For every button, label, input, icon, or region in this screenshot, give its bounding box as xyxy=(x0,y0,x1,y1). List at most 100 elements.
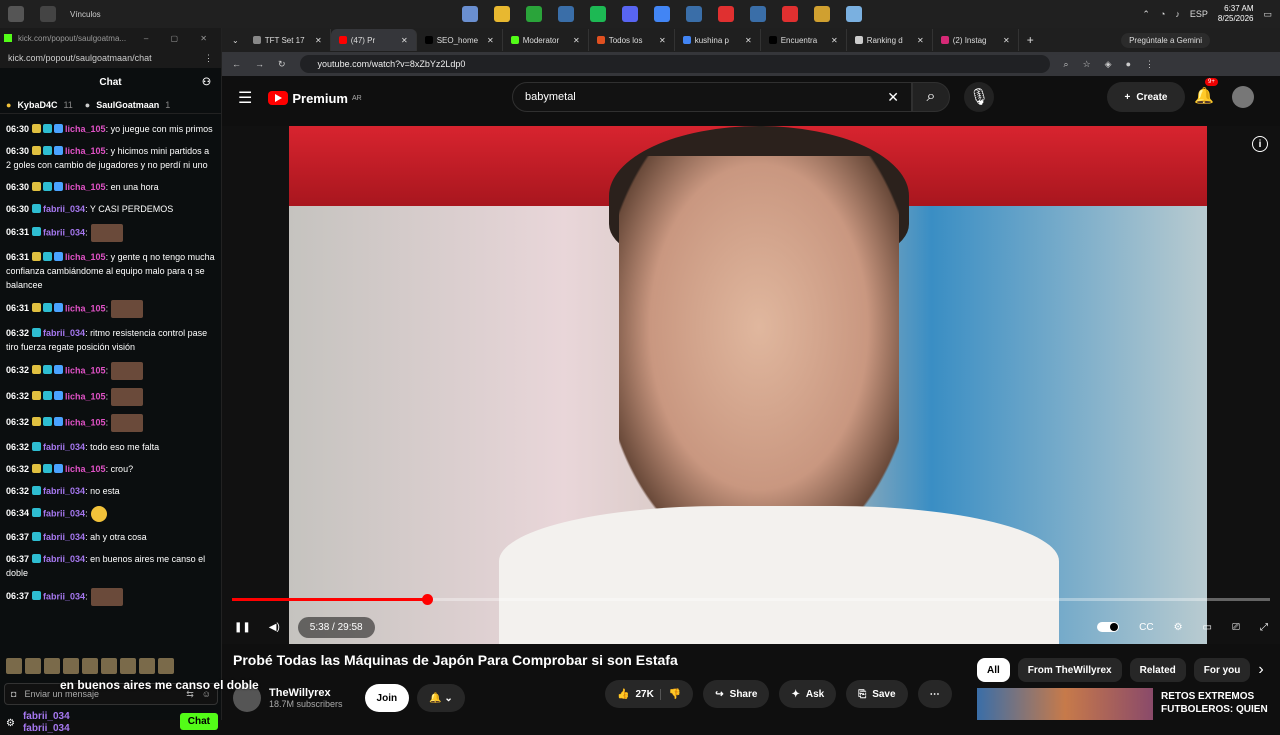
browser-menu-icon[interactable]: ⋮ xyxy=(1145,59,1154,70)
message-username[interactable]: fabrii_034 xyxy=(43,442,85,452)
gifter-name[interactable]: SaulGoatmaan xyxy=(96,100,159,110)
chat-send-button[interactable]: Chat xyxy=(179,713,218,730)
taskbar-links-label[interactable]: Vínculos xyxy=(70,10,101,19)
gifter-name[interactable]: KybaD4C xyxy=(17,100,57,110)
autoplay-toggle[interactable] xyxy=(1097,622,1120,632)
browser-tab[interactable]: Moderator ✕ xyxy=(503,29,589,51)
chat-url-bar[interactable]: kick.com/popout/saulgoatmaan/chat ⋮ xyxy=(0,48,221,68)
message-username[interactable]: licha_105 xyxy=(65,303,106,313)
close-tab-icon[interactable]: ✕ xyxy=(917,36,924,45)
reload-icon[interactable]: ↻ xyxy=(278,59,286,70)
message-username[interactable]: fabrii_034 xyxy=(43,227,85,237)
message-username[interactable]: licha_105 xyxy=(65,182,106,192)
close-tab-icon[interactable]: ✕ xyxy=(315,36,322,45)
taskbar-app-icon[interactable] xyxy=(558,6,574,22)
taskbar-app-icon[interactable] xyxy=(526,6,542,22)
browser-tab[interactable]: kushina p ✕ xyxy=(675,29,761,51)
video-player[interactable]: i ❚❚ ◀) 5:38 / 29:58 CC ⚙ ▭ ⎚ ⤢ xyxy=(222,126,1280,644)
emote[interactable] xyxy=(44,658,60,674)
taskbar-app-icon[interactable] xyxy=(846,6,862,22)
theater-mode-icon[interactable]: ▭ xyxy=(1203,622,1212,633)
taskbar-app-icon[interactable] xyxy=(494,6,510,22)
pause-icon[interactable]: ❚❚ xyxy=(234,622,251,633)
search-input[interactable]: babymetal ✕ xyxy=(512,82,912,112)
search-button[interactable]: ⌕ xyxy=(912,82,950,112)
progress-bar[interactable] xyxy=(232,594,1270,605)
new-tab-button[interactable]: + xyxy=(1019,33,1042,47)
emote[interactable] xyxy=(25,658,41,674)
url-field[interactable]: youtube.com/watch?v=8xZbYz2Ldp0 xyxy=(299,55,1050,73)
bell-icon[interactable]: 🔔 xyxy=(1194,86,1214,106)
task-view-icon[interactable] xyxy=(40,6,56,22)
tab-search-icon[interactable]: ⌄ xyxy=(226,36,245,45)
clock[interactable]: 6:37 AM 8/25/2026 xyxy=(1218,4,1254,24)
browser-tab[interactable]: TFT Set 17 ✕ xyxy=(245,29,331,51)
filter-chip[interactable]: From TheWillyrex xyxy=(1017,658,1122,682)
browser-tab[interactable]: Encuentra ✕ xyxy=(761,29,847,51)
taskbar-app-icon[interactable] xyxy=(686,6,702,22)
profile-icon[interactable]: ● xyxy=(1126,59,1131,69)
volume-icon[interactable]: ♪ xyxy=(1175,9,1180,19)
taskbar-app-icon[interactable] xyxy=(718,6,734,22)
message-username[interactable]: licha_105 xyxy=(65,146,106,156)
chevron-right-icon[interactable]: › xyxy=(1258,661,1263,679)
browser-tab[interactable]: (47) Pr ✕ xyxy=(330,29,417,51)
fullscreen-icon[interactable]: ⤢ xyxy=(1260,622,1268,633)
browser-tab[interactable]: SEO_home ✕ xyxy=(417,29,503,51)
settings-gear-icon[interactable]: ⚙ xyxy=(1174,622,1183,633)
join-button[interactable]: Join xyxy=(364,684,410,712)
chevron-up-icon[interactable]: ⌃ xyxy=(1142,9,1150,20)
extensions-icon[interactable]: ◈ xyxy=(1105,59,1112,70)
back-icon[interactable]: ← xyxy=(232,59,241,69)
hamburger-menu-icon[interactable]: ☰ xyxy=(238,88,252,108)
message-username[interactable]: fabrii_034 xyxy=(43,328,85,338)
youtube-logo[interactable]: Premium AR xyxy=(268,91,362,106)
settings-icon[interactable]: ⚙ xyxy=(6,718,15,729)
taskbar-app-icon[interactable] xyxy=(814,6,830,22)
emote[interactable] xyxy=(101,658,117,674)
emote[interactable] xyxy=(6,658,22,674)
volume-icon[interactable]: ◀) xyxy=(269,622,280,633)
wifi-icon[interactable]: ◔ xyxy=(1160,9,1165,19)
message-username[interactable]: licha_105 xyxy=(65,124,106,134)
channel-name[interactable]: TheWillyrex xyxy=(269,687,343,699)
emote[interactable] xyxy=(158,658,174,674)
browser-tab[interactable]: Ranking d ✕ xyxy=(847,29,933,51)
filter-chip[interactable]: All xyxy=(977,658,1010,682)
emote[interactable] xyxy=(139,658,155,674)
language-indicator[interactable]: ESP xyxy=(1190,9,1208,19)
ask-button[interactable]: ✦ Ask xyxy=(779,680,837,708)
close-tab-icon[interactable]: ✕ xyxy=(1003,36,1010,45)
thumbs-down-icon[interactable]: 👎 xyxy=(659,688,681,700)
close-tab-icon[interactable]: ✕ xyxy=(745,36,752,45)
cast-icon[interactable]: ⎚ xyxy=(1232,622,1240,633)
save-button[interactable]: ⎘ Save xyxy=(846,680,908,708)
recommended-thumbnail[interactable] xyxy=(977,688,1153,720)
share-button[interactable]: ↪ Share xyxy=(703,680,770,708)
like-button[interactable]: 👍 27K 👎 xyxy=(605,680,694,708)
taskbar-app-icon[interactable] xyxy=(750,6,766,22)
more-menu-icon[interactable]: ⋮ xyxy=(204,53,213,64)
avatar[interactable] xyxy=(1232,86,1254,108)
window-controls[interactable]: – ▢ ✕ xyxy=(144,34,217,43)
more-actions-button[interactable]: ⋯ xyxy=(917,680,952,708)
zoom-icon[interactable]: ⌕ xyxy=(1064,59,1069,70)
message-username[interactable]: fabrii_034 xyxy=(43,554,85,564)
message-username[interactable]: licha_105 xyxy=(65,391,106,401)
captions-icon[interactable]: CC xyxy=(1139,622,1153,633)
emote[interactable] xyxy=(120,658,136,674)
clear-search-icon[interactable]: ✕ xyxy=(887,89,899,106)
close-tab-icon[interactable]: ✕ xyxy=(659,36,666,45)
message-username[interactable]: licha_105 xyxy=(65,464,106,474)
message-username[interactable]: fabrii_034 xyxy=(43,486,85,496)
close-tab-icon[interactable]: ✕ xyxy=(573,36,580,45)
message-username[interactable]: licha_105 xyxy=(65,417,106,427)
message-username[interactable]: licha_105 xyxy=(65,252,106,262)
message-username[interactable]: licha_105 xyxy=(65,365,106,375)
message-username[interactable]: fabrii_034 xyxy=(43,508,85,518)
close-tab-icon[interactable]: ✕ xyxy=(831,36,838,45)
notifications-icon[interactable]: ▭ xyxy=(1263,9,1272,20)
create-button[interactable]: + Create xyxy=(1107,82,1185,112)
forward-icon[interactable]: → xyxy=(255,59,264,69)
taskbar-app-icon[interactable] xyxy=(590,6,606,22)
